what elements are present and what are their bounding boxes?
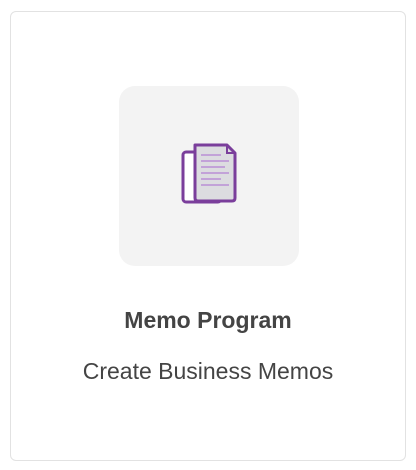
documents-icon: [181, 143, 237, 204]
card-subtitle: Create Business Memos: [82, 358, 334, 384]
app-icon-tile: [119, 86, 299, 266]
app-card-memo-program[interactable]: Memo Program Create Business Memos: [10, 11, 406, 461]
card-title: Memo Program: [124, 307, 292, 333]
